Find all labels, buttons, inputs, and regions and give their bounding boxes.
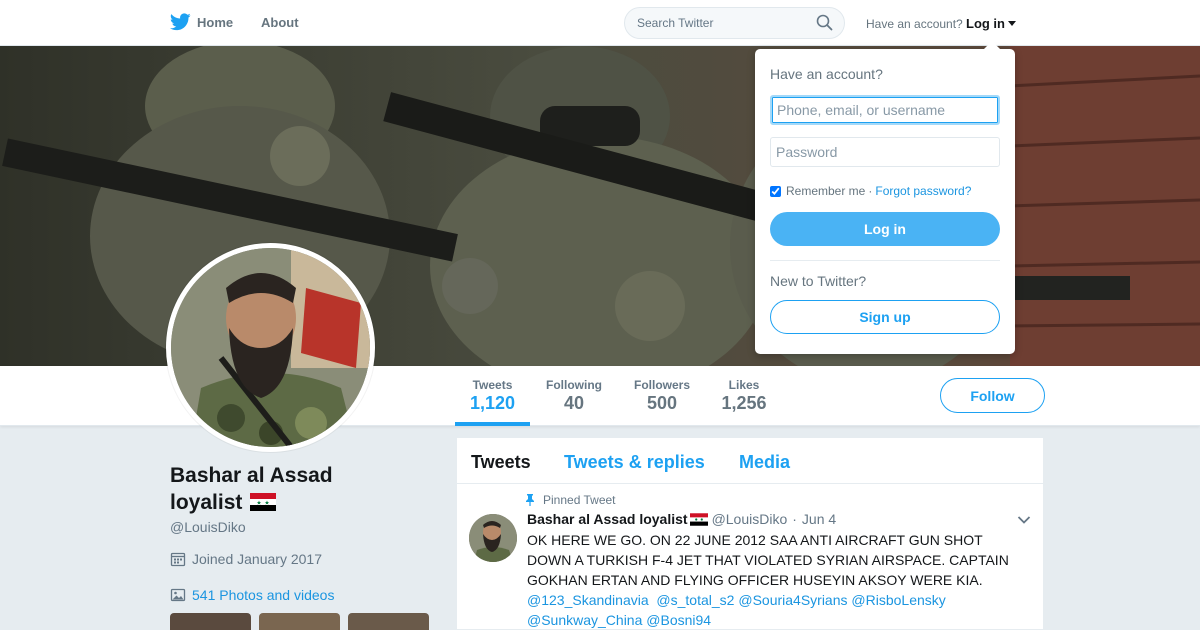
avatar-image — [171, 248, 370, 447]
tweet-separator: · — [792, 511, 797, 527]
remember-me-row: Remember me · Forgot password? — [770, 184, 971, 198]
stat-likes-label: Likes — [728, 378, 760, 392]
top-nav: Home About Have an account? Log in — [0, 0, 1200, 46]
timeline: Tweets Tweets & replies Media Pinned Twe… — [456, 437, 1044, 630]
stat-tweets[interactable]: Tweets 1,120 — [455, 366, 530, 426]
caret-down-icon — [1008, 21, 1016, 26]
mention-link[interactable]: @RisboLensky — [851, 592, 945, 608]
nav-about-link[interactable]: About — [261, 15, 299, 30]
phone-email-username-input[interactable] — [770, 95, 1000, 125]
mention-link[interactable]: @Souria4Syrians — [738, 592, 847, 608]
tweet-mentions: @123_Skandinavia @s_total_s2 @Souria4Syr… — [527, 590, 1027, 630]
mention-link[interactable]: @s_total_s2 — [656, 592, 734, 608]
stat-followers[interactable]: Followers 500 — [628, 366, 696, 426]
photo-thumbnail[interactable] — [259, 613, 340, 630]
remember-me-label: Remember me — [786, 184, 866, 198]
pinned-tweet-text: Pinned Tweet — [543, 493, 616, 507]
tweet-date[interactable]: Jun 4 — [802, 511, 836, 527]
photos-videos-label: 541 Photos and videos — [192, 587, 335, 603]
login-link-label: Log in — [966, 16, 1005, 31]
mention-link[interactable]: @Sunkway_China — [527, 612, 642, 628]
password-input[interactable] — [770, 137, 1000, 167]
tweet-author-name[interactable]: Bashar al Assad loyalist — [527, 511, 688, 527]
stat-following[interactable]: Following 40 — [540, 366, 608, 426]
photos-videos-link[interactable]: 541 Photos and videos — [170, 587, 334, 603]
twitter-bird-icon — [170, 13, 191, 31]
tweet-avatar-image — [469, 514, 517, 562]
stat-following-label: Following — [546, 378, 602, 392]
profile-handle[interactable]: @LouisDiko — [170, 519, 246, 535]
signup-button[interactable]: Sign up — [770, 300, 1000, 334]
have-account-text: Have an account? — [866, 17, 963, 31]
tweet-header: Bashar al Assad loyalist @LouisDiko · Ju… — [527, 511, 836, 527]
login-button[interactable]: Log in — [770, 212, 1000, 246]
remember-me-checkbox[interactable] — [770, 185, 781, 197]
stat-followers-value: 500 — [646, 393, 678, 413]
mention-link[interactable]: @123_Skandinavia — [527, 592, 649, 608]
new-to-twitter-text: New to Twitter? — [770, 273, 867, 289]
search-input[interactable] — [624, 7, 845, 39]
nav-home-link[interactable]: Home — [170, 13, 233, 31]
forgot-password-link[interactable]: Forgot password? — [875, 184, 971, 198]
syria-flag-icon — [689, 512, 708, 526]
stat-likes[interactable]: Likes 1,256 — [714, 366, 774, 426]
login-dropdown-toggle[interactable]: Log in — [966, 16, 1016, 31]
timeline-tabs: Tweets Tweets & replies Media — [457, 438, 1043, 484]
stat-likes-value: 1,256 — [721, 393, 767, 413]
syria-flag-icon — [250, 493, 277, 511]
pinned-tweet-label: Pinned Tweet — [526, 493, 616, 507]
stat-following-value: 40 — [563, 393, 585, 413]
stat-followers-label: Followers — [633, 378, 690, 392]
joined-date: Joined January 2017 — [170, 551, 322, 567]
tab-tweets[interactable]: Tweets — [471, 452, 531, 473]
tweet-text: OK HERE WE GO. ON 22 JUNE 2012 SAA ANTI … — [527, 532, 1009, 588]
pin-icon — [526, 494, 534, 506]
photo-icon — [170, 588, 186, 602]
photo-thumbnail[interactable] — [348, 613, 429, 630]
follow-button[interactable]: Follow — [940, 378, 1045, 413]
stat-tweets-value: 1,120 — [469, 393, 516, 413]
chevron-down-icon[interactable] — [1017, 515, 1031, 525]
profile-avatar[interactable] — [166, 243, 375, 452]
tab-media[interactable]: Media — [739, 452, 790, 473]
photo-thumbnail[interactable] — [170, 613, 251, 630]
profile-name: Bashar al Assad loyalist — [170, 462, 390, 516]
tweet-avatar[interactable] — [469, 514, 517, 562]
tweet-author-handle[interactable]: @LouisDiko — [712, 511, 788, 527]
joined-text: Joined January 2017 — [192, 551, 322, 567]
tab-tweets-replies[interactable]: Tweets & replies — [564, 452, 705, 473]
login-dropdown: Have an account? Remember me · Forgot pa… — [755, 41, 1015, 354]
mention-link[interactable]: @Bosni94 — [646, 612, 711, 628]
stat-tweets-label: Tweets — [472, 378, 513, 392]
dropdown-divider — [770, 260, 1000, 261]
calendar-icon — [170, 552, 186, 567]
login-dropdown-title: Have an account? — [770, 66, 883, 82]
nav-home-label: Home — [197, 14, 234, 30]
search-icon[interactable] — [816, 14, 833, 31]
separator-dot: · — [868, 184, 873, 198]
